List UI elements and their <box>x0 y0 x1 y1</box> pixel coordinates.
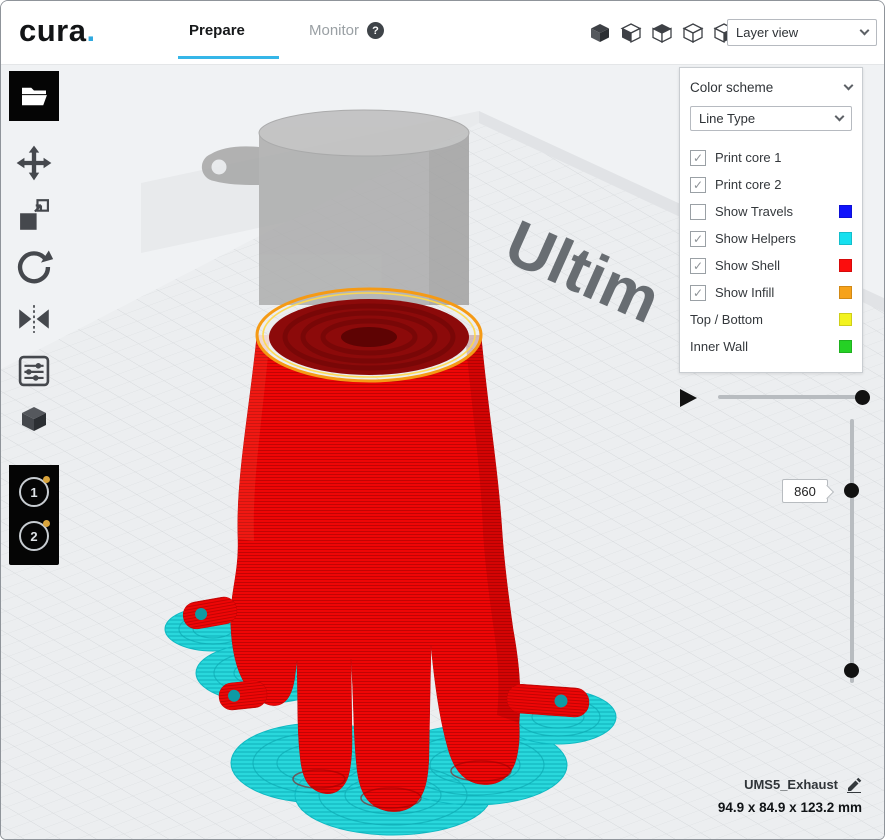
support-blocker-icon <box>19 404 49 434</box>
row-print-core-2: ✓ Print core 2 <box>690 171 852 198</box>
tool-panel <box>11 137 57 441</box>
row-label: Print core 1 <box>715 150 781 165</box>
chevron-down-icon <box>844 81 854 91</box>
checkbox-show-shell[interactable]: ✓ <box>690 258 706 274</box>
tab-monitor[interactable]: Monitor ? <box>309 22 384 39</box>
mirror-tool-button[interactable] <box>11 293 57 345</box>
per-model-settings-button[interactable] <box>11 345 57 397</box>
row-label: Inner Wall <box>690 339 748 354</box>
pencil-icon <box>846 777 862 793</box>
color-scheme-dropdown[interactable]: Line Type <box>690 106 852 131</box>
view-front-icon[interactable] <box>620 22 642 44</box>
cura-window: Ultim <box>0 0 885 840</box>
extruder-1-button[interactable]: 1 <box>19 477 49 507</box>
play-simulation-button[interactable] <box>680 389 697 407</box>
layer-slider-top-handle[interactable] <box>844 483 859 498</box>
row-show-helpers: ✓ Show Helpers <box>690 225 852 252</box>
shell-color-swatch <box>839 259 852 272</box>
row-show-shell: ✓ Show Shell <box>690 252 852 279</box>
camera-view-buttons <box>589 22 735 44</box>
top-bottom-color-swatch <box>839 313 852 326</box>
view-mode-value: Layer view <box>736 25 798 40</box>
open-folder-icon <box>20 84 48 108</box>
job-dimensions: 94.9 x 84.9 x 123.2 mm <box>718 800 862 815</box>
scale-icon <box>14 195 54 235</box>
row-show-infill: ✓ Show Infill <box>690 279 852 306</box>
layer-view-panel: Color scheme Line Type ✓ Print core 1 ✓ … <box>679 67 863 373</box>
row-print-core-1: ✓ Print core 1 <box>690 144 852 171</box>
view-3d-icon[interactable] <box>589 22 611 44</box>
simulation-slider-handle[interactable] <box>855 390 870 405</box>
job-name: UMS5_Exhaust <box>744 777 838 792</box>
view-mode-dropdown[interactable]: Layer view <box>727 19 877 46</box>
topbar: cura. Prepare Monitor ? <box>1 1 884 65</box>
layer-type-list: ✓ Print core 1 ✓ Print core 2 Show Trave… <box>690 144 852 360</box>
helpers-color-swatch <box>839 232 852 245</box>
scale-tool-button[interactable] <box>11 189 57 241</box>
chevron-down-icon <box>860 26 870 36</box>
monitor-help-icon[interactable]: ? <box>367 22 384 39</box>
extruder-2-button[interactable]: 2 <box>19 521 49 551</box>
checkbox-show-helpers[interactable]: ✓ <box>690 231 706 247</box>
rotate-tool-button[interactable] <box>11 241 57 293</box>
row-inner-wall: Inner Wall <box>690 333 852 360</box>
extruder-panel: 1 2 <box>9 465 59 565</box>
color-scheme-header[interactable]: Color scheme <box>690 78 852 99</box>
layer-slider-track[interactable] <box>850 419 854 683</box>
row-label: Show Travels <box>715 204 793 219</box>
checkbox-print-core-1[interactable]: ✓ <box>690 150 706 166</box>
move-tool-button[interactable] <box>11 137 57 189</box>
row-top-bottom: Top / Bottom <box>690 306 852 333</box>
row-label: Show Helpers <box>715 231 796 246</box>
per-model-settings-icon <box>14 351 54 391</box>
tab-prepare[interactable]: Prepare <box>189 22 245 39</box>
extruder-1-label: 1 <box>30 485 37 500</box>
row-label: Show Shell <box>715 258 780 273</box>
checkbox-show-infill[interactable]: ✓ <box>690 285 706 301</box>
simulation-slider-track[interactable] <box>718 395 866 399</box>
color-scheme-value: Line Type <box>699 111 755 126</box>
model-tab-right <box>506 683 590 718</box>
move-icon <box>14 143 54 183</box>
current-layer-readout: 860 <box>782 479 828 503</box>
extruder-2-material-dot <box>43 520 50 527</box>
tab-prepare-underline <box>178 56 279 59</box>
row-label: Print core 2 <box>715 177 781 192</box>
infill-color-swatch <box>839 286 852 299</box>
checkbox-print-core-2[interactable]: ✓ <box>690 177 706 193</box>
open-file-button[interactable] <box>9 71 59 121</box>
row-label: Top / Bottom <box>690 312 763 327</box>
row-show-travels: Show Travels <box>690 198 852 225</box>
extruder-1-material-dot <box>43 476 50 483</box>
edit-job-name-button[interactable] <box>846 777 862 798</box>
extruder-2-label: 2 <box>30 529 37 544</box>
tab-monitor-label: Monitor <box>309 22 359 39</box>
layer-slider-bottom-handle[interactable] <box>844 663 859 678</box>
color-scheme-label: Color scheme <box>690 80 773 95</box>
support-blocker-button[interactable] <box>11 397 57 441</box>
travels-color-swatch <box>839 205 852 218</box>
view-left-icon[interactable] <box>682 22 704 44</box>
inner-wall-color-swatch <box>839 340 852 353</box>
mirror-icon <box>14 299 54 339</box>
cura-logo: cura. <box>19 13 96 49</box>
view-top-icon[interactable] <box>651 22 673 44</box>
checkbox-show-travels[interactable] <box>690 204 706 220</box>
row-label: Show Infill <box>715 285 774 300</box>
rotate-icon <box>14 247 54 287</box>
chevron-down-icon <box>835 112 845 122</box>
